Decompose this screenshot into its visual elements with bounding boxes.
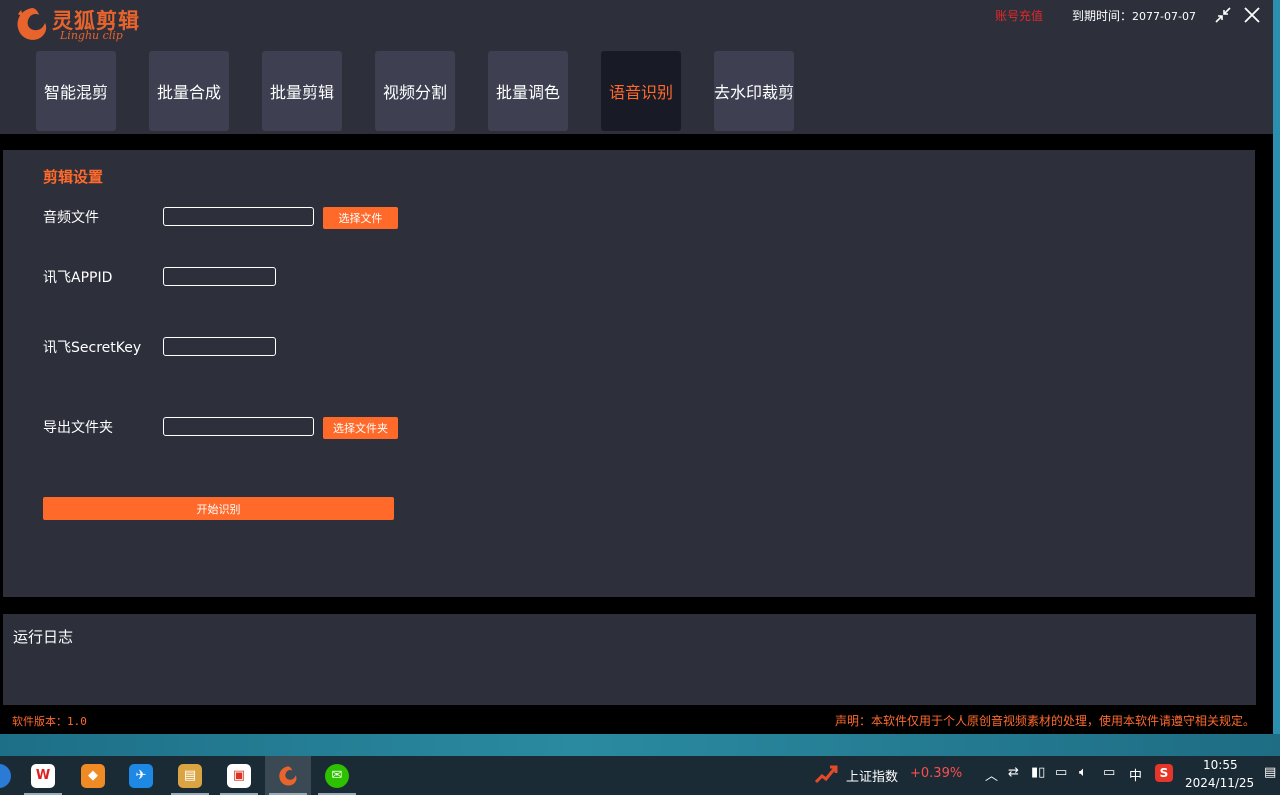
battery-icon[interactable]: ▭ xyxy=(1055,765,1067,780)
app-window: 灵狐剪辑 Linghu clip 账号充值 到期时间：2077-07-07 智能… xyxy=(0,0,1273,734)
header: 灵狐剪辑 Linghu clip 账号充值 到期时间：2077-07-07 智能… xyxy=(0,0,1273,134)
export-folder-input[interactable] xyxy=(163,417,314,436)
wps-icon[interactable]: W xyxy=(20,756,66,795)
tab-smart-mix[interactable]: 智能混剪 xyxy=(36,51,116,131)
expiry-label: 到期时间： xyxy=(1072,9,1133,23)
disclaimer-text: 声明：本软件仅用于个人原创音视频素材的处理，使用本软件请遵守相关规定。 xyxy=(834,714,1255,728)
browser-icon[interactable] xyxy=(0,756,22,795)
audio-file-label: 音频文件 xyxy=(43,210,99,226)
network-signal-icon[interactable]: ▮▯ xyxy=(1031,765,1045,780)
sogou-icon[interactable]: S xyxy=(1155,764,1173,782)
close-icon[interactable] xyxy=(1241,4,1263,26)
tab-batch-edit[interactable]: 批量剪辑 xyxy=(262,51,342,131)
desktop-edge xyxy=(1273,0,1280,734)
tab-batch-color[interactable]: 批量调色 xyxy=(488,51,568,131)
taskbar: W ◆ ✈ ▤ ▣ ✉ 上证指数 +0.39% ︿ ⇄ ▮▯ ▭ 🔈︎ ▭ 中 … xyxy=(0,756,1280,795)
clock-time[interactable]: 10:55 xyxy=(1203,758,1238,772)
export-folder-label: 导出文件夹 xyxy=(43,420,113,436)
section-title: 剪辑设置 xyxy=(43,168,104,186)
tab-batch-merge[interactable]: 批量合成 xyxy=(149,51,229,131)
tab-video-split[interactable]: 视频分割 xyxy=(375,51,455,131)
stock-name: 上证指数 xyxy=(846,770,899,785)
desktop-background xyxy=(0,734,1280,756)
version-text: 软件版本：1.0 xyxy=(12,715,87,728)
recharge-link[interactable]: 账号充值 xyxy=(995,7,1043,24)
secretkey-input[interactable] xyxy=(163,337,276,356)
secretkey-label: 讯飞SecretKey xyxy=(43,340,142,356)
chevron-up-icon[interactable]: ︿ xyxy=(985,765,998,784)
ime-indicator[interactable]: 中 xyxy=(1129,765,1142,784)
red-app-icon[interactable]: ▣ xyxy=(216,756,262,795)
stock-change: +0.39% xyxy=(910,766,963,781)
tab-speech-recognition[interactable]: 语音识别 xyxy=(601,51,681,131)
linghu-clip-icon[interactable] xyxy=(265,756,311,795)
expiry-info: 到期时间：2077-07-07 xyxy=(1072,7,1196,24)
tab-watermark-crop[interactable]: 去水印裁剪 xyxy=(714,51,794,131)
swap-icon[interactable]: ⇄ xyxy=(1008,765,1019,780)
log-panel: 运行日志 xyxy=(3,614,1256,705)
wechat-icon[interactable]: ✉ xyxy=(314,756,360,795)
expiry-date: 2077-07-07 xyxy=(1132,10,1196,23)
display-icon[interactable]: ▭ xyxy=(1103,765,1115,780)
choose-folder-button[interactable]: 选择文件夹 xyxy=(323,417,398,439)
archive-icon[interactable]: ▤ xyxy=(167,756,213,795)
orange-app-icon[interactable]: ◆ xyxy=(70,756,116,795)
audio-file-input[interactable] xyxy=(163,207,314,226)
choose-file-button[interactable]: 选择文件 xyxy=(323,207,398,229)
settings-panel: 剪辑设置 音频文件 选择文件 讯飞APPID 讯飞SecretKey 导出文件夹… xyxy=(3,150,1255,597)
start-recognition-button[interactable]: 开始识别 xyxy=(43,497,394,520)
stock-chart-icon[interactable] xyxy=(814,762,838,790)
logo-subtitle: Linghu clip xyxy=(60,29,123,42)
volume-icon[interactable]: 🔈︎ xyxy=(1079,765,1087,780)
appid-input[interactable] xyxy=(163,267,276,286)
log-title: 运行日志 xyxy=(13,628,74,646)
fox-logo-icon xyxy=(12,4,52,44)
notification-icon[interactable]: ▤ xyxy=(1264,765,1276,780)
blue-bird-icon[interactable]: ✈ xyxy=(118,756,164,795)
clock-date[interactable]: 2024/11/25 xyxy=(1185,776,1254,790)
appid-label: 讯飞APPID xyxy=(43,270,113,286)
minimize-icon[interactable] xyxy=(1212,4,1234,26)
